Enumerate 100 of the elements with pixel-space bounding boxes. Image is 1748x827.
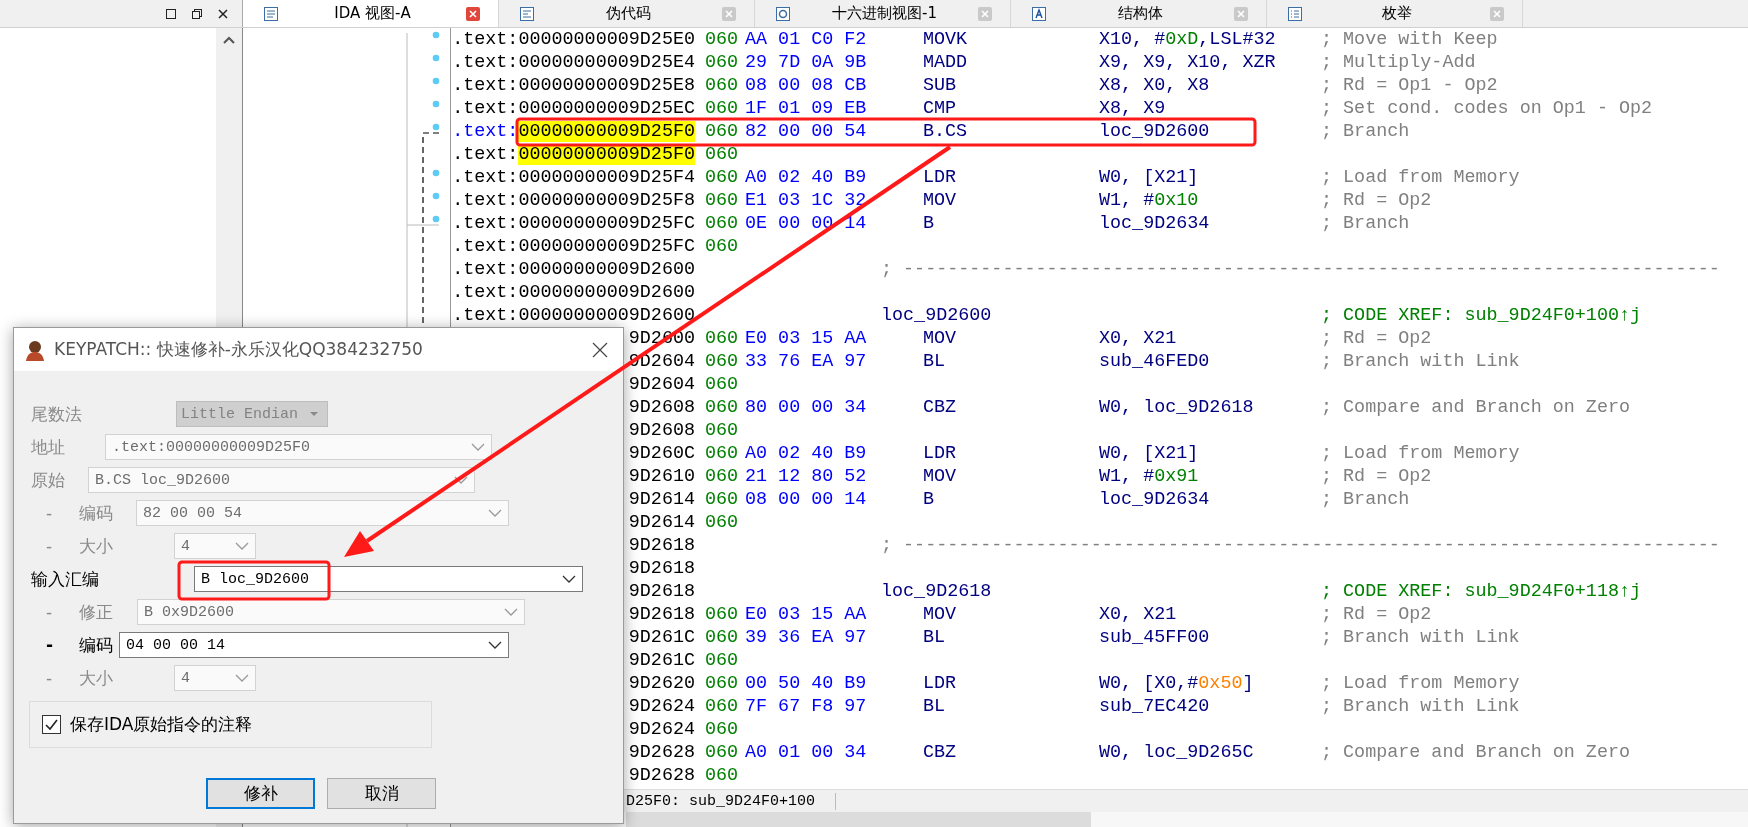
bullet-text: - — [45, 536, 54, 556]
xref-comment: ; CODE XREF: sub_9D24F0+118↑j — [1321, 580, 1642, 603]
list-icon — [1287, 5, 1303, 22]
stack-value: 060 — [705, 741, 740, 764]
line-address: 9D2618 — [628, 558, 695, 579]
window-title: KEYPATCH:: 快速修补-永乐汉化QQ384232750 — [54, 338, 424, 361]
mnemonic: B — [923, 212, 936, 235]
close-icon[interactable] — [591, 340, 609, 359]
opcode-bytes: 82 00 00 54 — [745, 120, 868, 143]
combo-field[interactable]: 4 — [174, 533, 256, 559]
operands: W1, #0x10 — [1099, 189, 1200, 212]
line-address: 9D2618 — [628, 604, 695, 625]
line-address: 9D2620 — [628, 673, 695, 694]
scrollbar-thumb[interactable] — [626, 812, 1091, 827]
operands: X9, X9, X10, XZR — [1099, 51, 1277, 74]
combo-field[interactable]: B loc_9D2600 — [194, 566, 583, 592]
stack-value: 060 — [705, 28, 740, 51]
operands: loc_9D2600 — [1099, 120, 1211, 143]
mnemonic: MOVK — [923, 28, 969, 51]
chevron-down-icon[interactable] — [488, 641, 502, 649]
caret-up-icon[interactable] — [222, 34, 236, 46]
operands: loc_9D2634 — [1099, 212, 1211, 235]
stack-value: 060 — [705, 442, 740, 465]
line-address: .text:00000000009D25E8 — [452, 75, 695, 96]
operands: X10, #0xD,LSL#32 — [1099, 28, 1277, 51]
comment: ; Branch — [1321, 120, 1410, 143]
mnemonic: CBZ — [923, 741, 958, 764]
comment: ; Load from Memory — [1321, 166, 1520, 189]
mnemonic: MOV — [923, 327, 958, 350]
field-label: 编码 — [79, 501, 113, 525]
line-address: 9D2624 — [628, 719, 695, 740]
bullet-text: - — [45, 668, 54, 688]
mnemonic: MOV — [923, 603, 958, 626]
operands: X0, X21 — [1099, 327, 1178, 350]
restore-icon[interactable] — [191, 7, 203, 20]
stack-value: 060 — [705, 212, 740, 235]
opcode-bytes: 39 36 EA 97 — [745, 626, 868, 649]
operands: sub_45FF00 — [1099, 626, 1211, 649]
line-address: .text:00000000009D25E4 — [452, 52, 695, 73]
opcode-bytes: 08 00 08 CB — [745, 74, 868, 97]
operands: loc_9D2634 — [1099, 488, 1211, 511]
close-tab-button[interactable] — [466, 6, 480, 21]
stack-value: 060 — [705, 511, 740, 534]
maximize-icon[interactable] — [165, 7, 177, 20]
close-icon[interactable] — [217, 7, 229, 20]
tab[interactable]: IDA 视图-A — [243, 0, 499, 27]
mnemonic: BL — [923, 695, 947, 718]
status-text: D25F0: sub_9D24F0+100 — [626, 792, 816, 810]
opcode-bytes: A0 01 00 34 — [745, 741, 868, 764]
field-label: 大小 — [79, 534, 113, 558]
comment: ; Branch — [1321, 488, 1410, 511]
stack-value: 060 — [705, 764, 740, 787]
combo-field[interactable]: B.CS loc_9D2600 — [88, 467, 475, 493]
opcode-bytes: 08 00 00 14 — [745, 488, 868, 511]
stack-value: 060 — [705, 143, 740, 166]
tab[interactable]: 结构体 — [1011, 0, 1267, 27]
stack-value: 060 — [705, 373, 740, 396]
dialog-button[interactable]: 修补 — [206, 778, 315, 809]
field-label: 地址 — [31, 435, 65, 459]
circle-document-icon — [775, 5, 791, 22]
stack-value: 060 — [705, 97, 740, 120]
line-address: .text:00000000009D25F8 — [452, 190, 695, 211]
tab[interactable]: 枚举 — [1267, 0, 1523, 27]
code-label: loc_9D2618 — [881, 580, 993, 603]
tab[interactable]: 伪代码 — [499, 0, 755, 27]
comment: ; Rd = Op2 — [1321, 465, 1432, 488]
field-label: 修正 — [79, 600, 113, 624]
line-address: .text:00000000009D2600 — [452, 259, 695, 280]
line-address: 9D2618 — [628, 535, 695, 556]
comment: ; Load from Memory — [1321, 442, 1520, 465]
operands: X8, X0, X8 — [1099, 74, 1211, 97]
combo-field[interactable]: 04 00 00 14 — [119, 632, 509, 658]
caret-down-icon[interactable] — [309, 411, 319, 417]
mnemonic: LDR — [923, 166, 958, 189]
dialog-button[interactable]: 取消 — [327, 778, 436, 809]
opcode-bytes: AA 01 C0 F2 — [745, 28, 868, 51]
combo-field[interactable]: .text:00000000009D25F0 — [105, 434, 492, 460]
combo-field[interactable]: 4 — [174, 665, 256, 691]
stack-value: 060 — [705, 74, 740, 97]
combo-field[interactable]: 82 00 00 54 — [136, 500, 509, 526]
separator-comment: ; -------------------------------------------------------------------------- — [881, 534, 1720, 557]
checkbox[interactable] — [42, 715, 61, 734]
opcode-bytes: 00 50 40 B9 — [745, 672, 868, 695]
field-label: 原始 — [31, 468, 65, 492]
stack-value: 060 — [705, 465, 740, 488]
stack-value: 060 — [705, 649, 740, 672]
tab[interactable]: 十六进制视图-1 — [755, 0, 1011, 27]
stack-value: 060 — [705, 672, 740, 695]
opcode-bytes: 33 76 EA 97 — [745, 350, 868, 373]
operands: W0, [X21] — [1099, 166, 1200, 189]
line-address: 9D2608 — [628, 397, 695, 418]
mnemonic: SUB — [923, 74, 958, 97]
comment: ; Load from Memory — [1321, 672, 1520, 695]
field-label: 编码 — [79, 633, 113, 657]
comment: ; Set cond. codes on Op1 - Op2 — [1321, 97, 1653, 120]
stack-value: 060 — [705, 189, 740, 212]
stack-value: 060 — [705, 235, 740, 258]
comment: ; Branch with Link — [1321, 626, 1520, 649]
combo-field[interactable]: B 0x9D2600 — [137, 599, 525, 625]
chevron-down-icon[interactable] — [562, 575, 576, 583]
